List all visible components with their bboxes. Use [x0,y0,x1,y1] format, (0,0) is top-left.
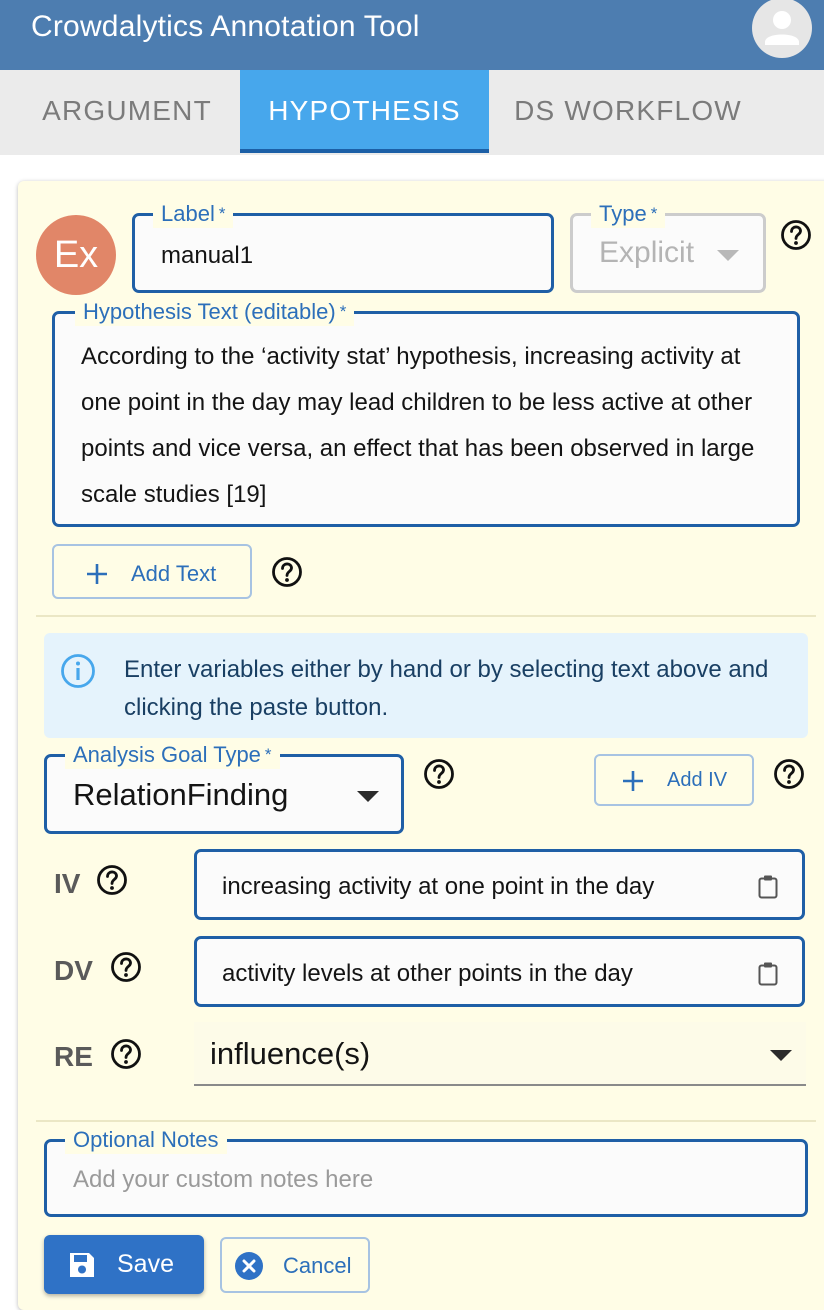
cancel-button[interactable]: Cancel [220,1237,370,1293]
info-alert: Enter variables either by hand or by sel… [44,633,808,738]
account-circle-icon[interactable] [752,0,812,58]
add-iv-label: Add IV [667,769,728,791]
help-icon[interactable] [423,758,455,790]
help-icon[interactable] [780,219,812,251]
cancel-label: Cancel [283,1253,352,1278]
relationship-select-value: influence(s) [210,1036,371,1071]
analysis-goal-value: RelationFinding [73,777,289,812]
hypothesis-text-legend: Hypothesis Text (editable) * [75,298,355,326]
clipboard-paste-icon[interactable] [757,874,779,900]
cancel-icon [235,1252,263,1280]
active-tab-indicator [240,149,489,153]
dv-input[interactable]: activity levels at other points in the d… [194,936,805,1007]
app-title: Crowdalytics Annotation Tool [31,10,420,43]
iv-input-value[interactable]: increasing activity at one point in the … [222,873,654,901]
add-text-label: Add Text [131,561,217,586]
chevron-down-icon [770,1050,792,1061]
optional-notes-legend: Optional Notes [65,1126,227,1154]
optional-notes-placeholder[interactable]: Add your custom notes here [73,1166,373,1194]
save-icon [70,1253,94,1277]
relationship-select[interactable]: influence(s) [194,1022,806,1086]
plus-icon [623,771,643,791]
analysis-goal-legend: Analysis Goal Type * [65,741,280,769]
type-select-legend: Type * [591,200,666,228]
divider [36,615,816,617]
add-iv-button[interactable]: Add IV [594,754,754,806]
tab-bar: ARGUMENT HYPOTHESIS DS WORKFLOW [0,70,824,155]
analysis-goal-select[interactable]: Analysis Goal Type * RelationFinding [44,741,404,834]
help-icon[interactable] [773,758,805,790]
help-icon[interactable] [110,1038,142,1070]
tab-argument[interactable]: ARGUMENT [14,70,240,152]
optional-notes-field[interactable]: Optional Notes Add your custom notes her… [44,1126,808,1217]
info-icon [61,654,95,688]
chevron-down-icon [357,791,379,802]
hypothesis-text-value[interactable]: According to the ‘activity stat’ hypothe… [81,334,781,518]
app-bar: Crowdalytics Annotation Tool [0,0,824,70]
dv-label: DV [54,955,93,986]
re-label: RE [54,1041,93,1072]
divider [36,1120,816,1122]
hypothesis-text-field[interactable]: Hypothesis Text (editable) * According to… [52,298,800,527]
tab-ds-workflow[interactable]: DS WORKFLOW [489,70,767,152]
type-select[interactable]: Type * Explicit [570,200,766,293]
label-field[interactable]: Label * manual1 [132,200,554,293]
info-text: Enter variables either by hand or by sel… [124,656,769,721]
help-icon[interactable] [110,951,142,983]
plus-icon [87,564,107,584]
save-button[interactable]: Save [44,1235,204,1294]
hypothesis-type-badge: Ex [36,215,116,295]
add-text-button[interactable]: Add Text [52,544,252,599]
iv-input[interactable]: increasing activity at one point in the … [194,849,805,920]
dv-input-value[interactable]: activity levels at other points in the d… [222,960,633,988]
iv-label: IV [54,868,81,899]
tab-hypothesis[interactable]: HYPOTHESIS [240,70,489,152]
type-select-value: Explicit [599,236,695,269]
help-icon[interactable] [96,864,128,896]
label-field-value[interactable]: manual1 [161,242,253,270]
save-label: Save [117,1250,174,1278]
chevron-down-icon [717,250,739,261]
help-icon[interactable] [271,556,303,588]
clipboard-paste-icon[interactable] [757,961,779,987]
label-field-legend: Label * [153,200,234,228]
